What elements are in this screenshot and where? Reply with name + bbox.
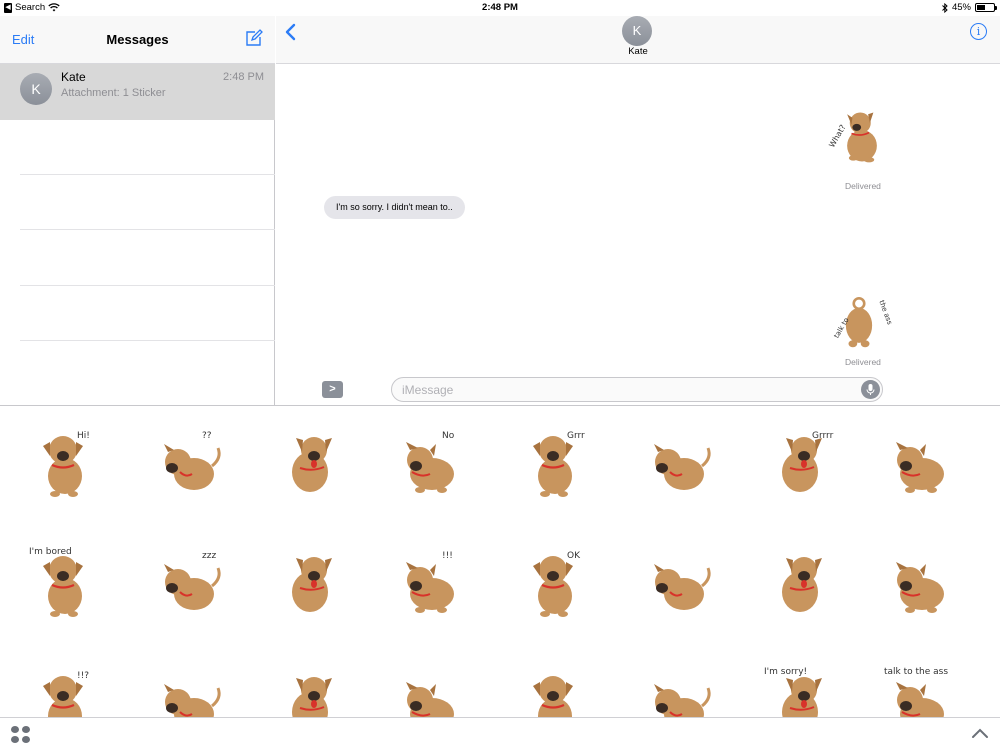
sticker-caption: What? bbox=[827, 123, 847, 149]
incoming-message-bubble[interactable]: I'm so sorry. I didn't mean to.. bbox=[324, 196, 465, 219]
list-divider bbox=[20, 229, 275, 230]
message-input[interactable] bbox=[391, 377, 883, 402]
contact-avatar[interactable]: K bbox=[622, 16, 652, 46]
puppy-ok-sticker[interactable]: OK bbox=[515, 542, 595, 622]
puppy-shake-sticker[interactable] bbox=[760, 542, 840, 622]
list-divider bbox=[20, 285, 275, 286]
sticker-caption: !!! bbox=[442, 551, 453, 561]
puppy-talk-to-the-ass-sticker[interactable]: talk to the ass bbox=[880, 662, 960, 718]
sticker-caption: talk to the ass bbox=[884, 667, 948, 677]
app-drawer-toggle-button[interactable]: > bbox=[322, 381, 343, 398]
puppy-no-sticker[interactable]: No bbox=[390, 422, 470, 502]
drawer-bottom-bar bbox=[0, 717, 1000, 750]
svg-text:the ass: the ass bbox=[877, 299, 893, 326]
conversation-list-pane: Edit Messages K Kate 2:48 PM Attachment:… bbox=[0, 16, 275, 405]
delivered-status: Delivered bbox=[845, 181, 881, 191]
puppy-grrr-sticker[interactable]: Grrr bbox=[515, 422, 595, 502]
contact-name[interactable]: Kate bbox=[276, 46, 1000, 57]
puppy-dreaming-bone-sticker[interactable] bbox=[150, 662, 230, 718]
sticker-caption: !!? bbox=[77, 671, 89, 681]
puppy-crying-sticker[interactable] bbox=[515, 662, 595, 718]
page-title: Messages bbox=[106, 32, 169, 47]
puppy-kiss-sticker[interactable] bbox=[640, 662, 720, 718]
conversation-list-header: Edit Messages bbox=[0, 16, 275, 64]
puppy-tongue-sticker[interactable] bbox=[270, 662, 350, 718]
sticker-caption: No bbox=[442, 431, 455, 441]
delivered-status: Delivered bbox=[845, 357, 881, 367]
puppy-sit-sticker[interactable] bbox=[880, 542, 960, 622]
list-divider bbox=[20, 340, 275, 341]
puppy-im-sorry-sticker[interactable]: I'm sorry! bbox=[760, 662, 840, 718]
sticker-caption: Hi! bbox=[77, 431, 90, 441]
puppy-talk-to-the-ass-sticker[interactable]: talk to the ass bbox=[824, 286, 894, 356]
sticker-caption: OK bbox=[567, 551, 581, 561]
status-right: 45% bbox=[942, 2, 997, 13]
conversation-row-kate[interactable]: K Kate 2:48 PM Attachment: 1 Sticker bbox=[0, 64, 275, 120]
sticker-caption: Grrrr bbox=[812, 431, 834, 441]
chat-pane: K Kate i What? Delivered I'm so sorry. I… bbox=[276, 16, 1000, 405]
puppy-rolling-sticker[interactable] bbox=[640, 542, 720, 622]
sticker-caption: I'm sorry! bbox=[764, 667, 807, 677]
puppy-confused-sticker[interactable]: !!? bbox=[25, 662, 105, 718]
battery-fill bbox=[977, 5, 986, 10]
list-divider bbox=[20, 174, 275, 175]
sticker-drawer: Hi! ?? No Grrr Grrrr I'm bored zzz !!! O… bbox=[0, 405, 1000, 718]
puppy-scratch-sticker[interactable] bbox=[270, 542, 350, 622]
puppy-tail-wag-sticker[interactable] bbox=[270, 422, 350, 502]
microphone-button[interactable] bbox=[861, 380, 880, 399]
sticker-caption: Grrr bbox=[567, 431, 585, 441]
battery-icon bbox=[975, 3, 997, 12]
conversation-name: Kate bbox=[61, 70, 86, 84]
sticker-caption: zzz bbox=[202, 551, 216, 561]
battery-percentage: 45% bbox=[951, 2, 971, 13]
app-grid-icon[interactable] bbox=[11, 726, 31, 744]
puppy-hi-sticker[interactable]: Hi! bbox=[25, 422, 105, 502]
status-time: 2:48 PM bbox=[482, 2, 518, 13]
conversation-preview: Attachment: 1 Sticker bbox=[61, 87, 166, 99]
puppy-stretch-sticker[interactable] bbox=[880, 422, 960, 502]
puppy-tongue-out-sticker[interactable] bbox=[640, 422, 720, 502]
puppy-im-bored-sticker[interactable]: I'm bored bbox=[25, 542, 105, 622]
puppy-surprised-sticker[interactable]: !!! bbox=[390, 542, 470, 622]
bluetooth-icon bbox=[942, 2, 948, 13]
sticker-caption: I'm bored bbox=[29, 547, 72, 557]
chevron-up-icon[interactable] bbox=[970, 726, 990, 740]
status-bar: ◀ Search 2:48 PM 45% bbox=[0, 0, 1000, 16]
puppy-bee-sting-sticker[interactable] bbox=[390, 662, 470, 718]
conversation-time: 2:48 PM bbox=[223, 71, 264, 83]
puppy-question-sticker[interactable]: ?? bbox=[150, 422, 230, 502]
compose-icon[interactable] bbox=[245, 29, 263, 47]
chat-header: K Kate i bbox=[276, 16, 1000, 64]
avatar: K bbox=[20, 73, 52, 105]
puppy-grrrr-angry-sticker[interactable]: Grrrr bbox=[760, 422, 840, 502]
back-chevron-icon[interactable] bbox=[283, 22, 297, 42]
sticker-caption: ?? bbox=[202, 431, 212, 441]
puppy-sleeping-sticker[interactable]: zzz bbox=[150, 542, 230, 622]
microphone-icon bbox=[866, 384, 875, 395]
info-icon[interactable]: i bbox=[970, 23, 987, 40]
puppy-what-sticker[interactable]: What? bbox=[820, 102, 890, 172]
